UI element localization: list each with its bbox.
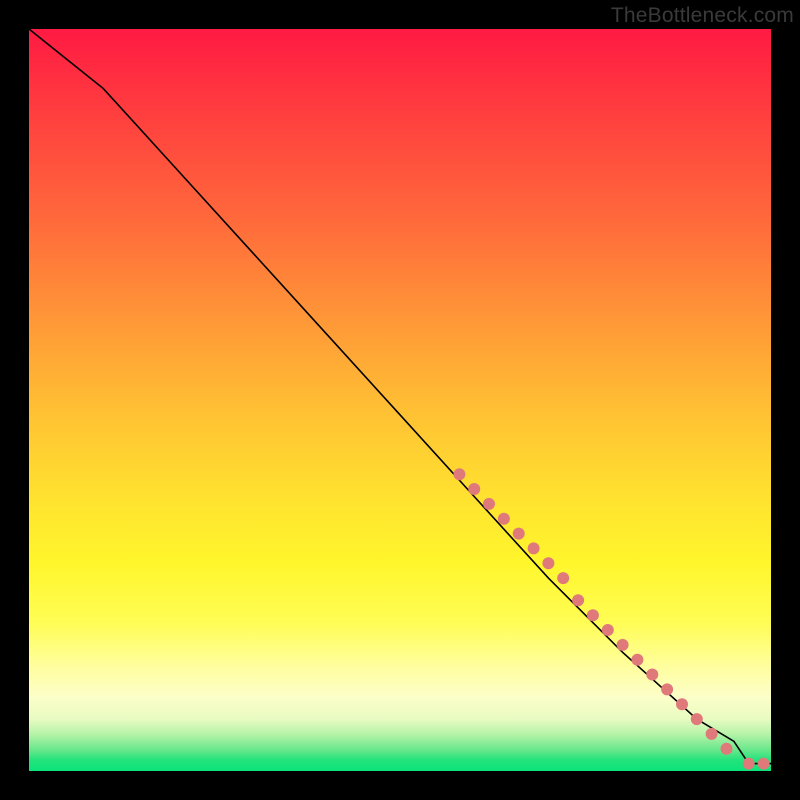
curve-marker: [528, 542, 540, 554]
curve-marker: [572, 594, 584, 606]
marker-group: [453, 468, 769, 769]
bottleneck-curve: [29, 29, 771, 764]
curve-marker: [676, 698, 688, 710]
curve-marker: [617, 639, 629, 651]
curve-marker: [631, 654, 643, 666]
chart-overlay: [29, 29, 771, 771]
curve-marker: [602, 624, 614, 636]
curve-marker: [691, 713, 703, 725]
plot-area: [29, 29, 771, 771]
curve-marker: [706, 728, 718, 740]
curve-marker: [646, 669, 658, 681]
curve-marker: [468, 483, 480, 495]
curve-marker: [721, 743, 733, 755]
curve-marker: [587, 609, 599, 621]
chart-stage: TheBottleneck.com: [0, 0, 800, 800]
curve-marker: [661, 683, 673, 695]
curve-marker: [483, 498, 495, 510]
curve-marker: [453, 468, 465, 480]
curve-marker: [498, 513, 510, 525]
curve-marker: [513, 528, 525, 540]
curve-marker: [557, 572, 569, 584]
curve-marker: [743, 758, 755, 770]
curve-marker: [542, 557, 554, 569]
curve-marker: [758, 758, 770, 770]
source-link[interactable]: TheBottleneck.com: [611, 4, 794, 28]
